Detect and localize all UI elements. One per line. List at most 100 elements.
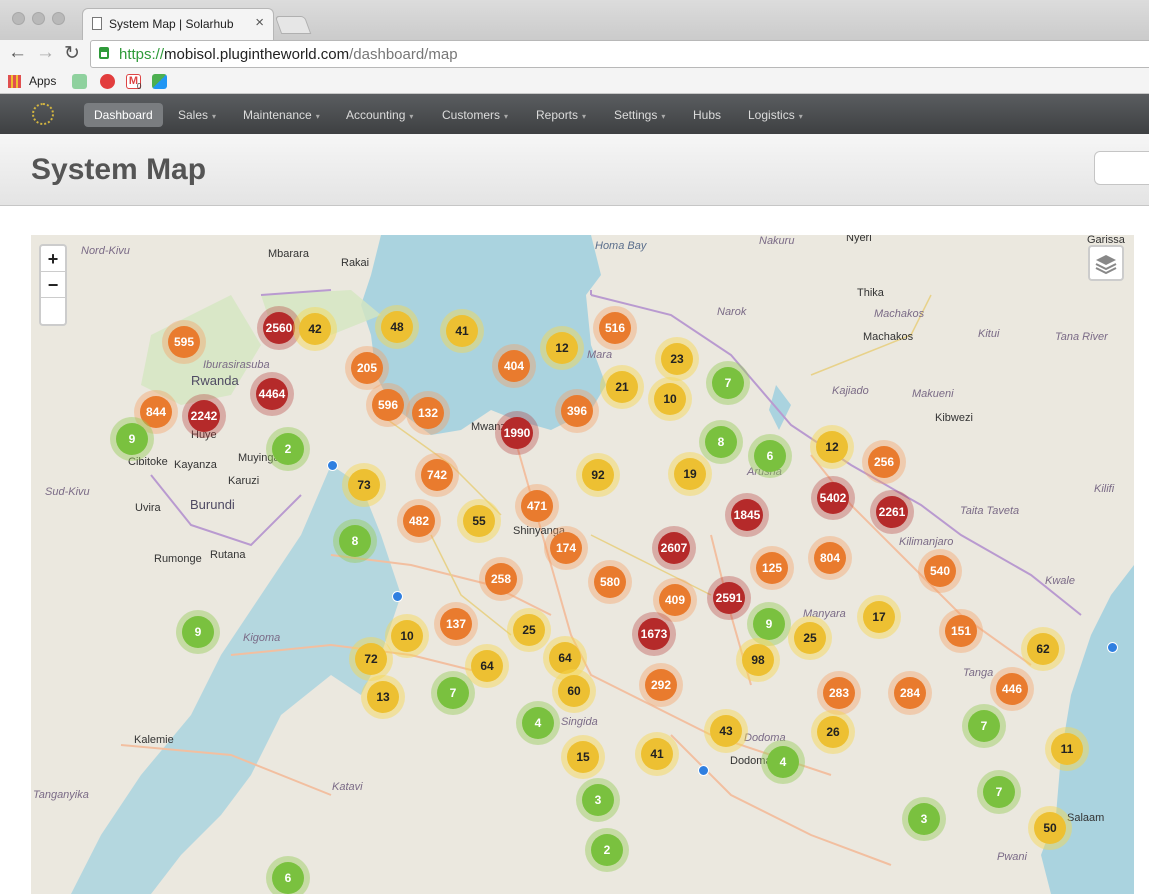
customer-cluster[interactable]: 4 [516,701,560,745]
customer-cluster[interactable]: 1673 [632,612,676,656]
nav-dashboard[interactable]: Dashboard [84,103,163,127]
customer-cluster[interactable]: 540 [918,549,962,593]
solarhub-logo-icon[interactable] [32,103,54,125]
nav-maintenance[interactable]: Maintenance ▾ [243,108,320,122]
apps-grid-icon[interactable] [8,75,21,88]
customer-cluster[interactable]: 3 [902,797,946,841]
customer-cluster[interactable]: 42 [293,307,337,351]
close-tab-icon[interactable]: × [255,14,264,31]
back-arrow-icon[interactable]: ← [8,42,27,64]
customer-cluster[interactable]: 596 [366,383,410,427]
customer-cluster[interactable]: 7 [706,361,750,405]
nav-hubs[interactable]: Hubs [693,108,721,122]
nav-settings[interactable]: Settings ▾ [614,108,665,122]
hub-marker[interactable] [392,591,403,602]
nav-customers[interactable]: Customers ▾ [442,108,508,122]
customer-cluster[interactable]: 132 [406,391,450,435]
customer-cluster[interactable]: 6 [748,434,792,478]
layers-toggle[interactable] [1088,245,1124,281]
new-tab-button[interactable] [274,16,312,34]
customer-cluster[interactable]: 6 [266,856,310,894]
customer-cluster[interactable]: 4464 [250,372,294,416]
customer-cluster[interactable]: 7 [977,770,1021,814]
zoom-out-button[interactable]: − [41,272,65,298]
customer-cluster[interactable]: 2 [266,427,310,471]
customer-cluster[interactable]: 3 [576,778,620,822]
customer-cluster[interactable]: 9 [176,610,220,654]
customer-cluster[interactable]: 404 [492,344,536,388]
customer-cluster[interactable]: 41 [635,732,679,776]
customer-cluster[interactable]: 4 [761,740,805,784]
hub-marker[interactable] [1107,642,1118,653]
customer-cluster[interactable]: 2261 [870,490,914,534]
customer-cluster[interactable]: 516 [593,306,637,350]
customer-cluster[interactable]: 2607 [652,526,696,570]
customer-cluster[interactable]: 98 [736,638,780,682]
bookmark-power-icon[interactable] [100,74,115,89]
customer-cluster[interactable]: 21 [600,365,644,409]
customer-cluster[interactable]: 60 [552,669,596,713]
customer-cluster[interactable]: 5402 [811,476,855,520]
customer-cluster[interactable]: 446 [990,667,1034,711]
customer-cluster[interactable]: 25 [507,608,551,652]
customer-cluster[interactable]: 48 [375,305,419,349]
hub-marker[interactable] [698,765,709,776]
customer-cluster[interactable]: 43 [704,709,748,753]
customer-cluster[interactable]: 73 [342,463,386,507]
customer-cluster[interactable]: 482 [397,499,441,543]
customer-cluster[interactable]: 9 [110,417,154,461]
customer-cluster[interactable]: 12 [540,326,584,370]
customer-cluster[interactable]: 804 [808,536,852,580]
customer-cluster[interactable]: 7 [962,704,1006,748]
customer-cluster[interactable]: 2242 [182,394,226,438]
hub-marker[interactable] [327,460,338,471]
customer-cluster[interactable]: 292 [639,663,683,707]
customer-cluster[interactable]: 17 [857,595,901,639]
customer-cluster[interactable]: 62 [1021,627,1065,671]
apps-bookmark[interactable]: Apps [29,74,56,88]
search-input[interactable] [1094,151,1149,185]
customer-cluster[interactable]: 151 [939,609,983,653]
address-bar[interactable]: https://mobisol.plugintheworld.com/dashb… [90,40,1149,68]
customer-cluster[interactable]: 19 [668,452,712,496]
reload-icon[interactable]: ↻ [64,42,80,65]
customer-cluster[interactable]: 1990 [495,411,539,455]
forward-arrow-icon[interactable]: → [36,42,55,64]
customer-cluster[interactable]: 12 [810,425,854,469]
customer-cluster[interactable]: 471 [515,484,559,528]
customer-cluster[interactable]: 92 [576,453,620,497]
customer-cluster[interactable]: 7 [431,671,475,715]
nav-sales[interactable]: Sales ▾ [178,108,216,122]
customer-cluster[interactable]: 8 [699,420,743,464]
nav-reports[interactable]: Reports ▾ [536,108,586,122]
customer-cluster[interactable]: 23 [655,337,699,381]
customer-cluster[interactable]: 174 [544,526,588,570]
browser-tab[interactable]: System Map | Solarhub × [82,8,274,40]
customer-cluster[interactable]: 55 [457,499,501,543]
maximize-window-button[interactable] [52,12,65,25]
customer-cluster[interactable]: 8 [333,519,377,563]
customer-cluster[interactable]: 137 [434,602,478,646]
customer-cluster[interactable]: 580 [588,560,632,604]
bookmark-green-icon[interactable] [72,74,87,89]
close-window-button[interactable] [12,12,25,25]
customer-cluster[interactable]: 26 [811,710,855,754]
customer-cluster[interactable]: 283 [817,671,861,715]
customer-cluster[interactable]: 284 [888,671,932,715]
customer-cluster[interactable]: 396 [555,389,599,433]
customer-cluster[interactable]: 11 [1045,727,1089,771]
customer-cluster[interactable]: 41 [440,309,484,353]
customer-cluster[interactable]: 50 [1028,806,1072,850]
customer-cluster[interactable]: 595 [162,320,206,364]
customer-cluster[interactable]: 125 [750,546,794,590]
customer-cluster[interactable]: 2 [585,828,629,872]
zoom-in-button[interactable]: + [41,246,65,272]
customer-cluster[interactable]: 25 [788,616,832,660]
customer-cluster[interactable]: 256 [862,440,906,484]
maps-icon[interactable] [152,74,167,89]
customer-cluster[interactable]: 2591 [707,576,751,620]
customer-cluster[interactable]: 10 [648,377,692,421]
customer-cluster[interactable]: 258 [479,557,523,601]
customer-cluster[interactable]: 13 [361,675,405,719]
customer-cluster[interactable]: 1845 [725,493,769,537]
